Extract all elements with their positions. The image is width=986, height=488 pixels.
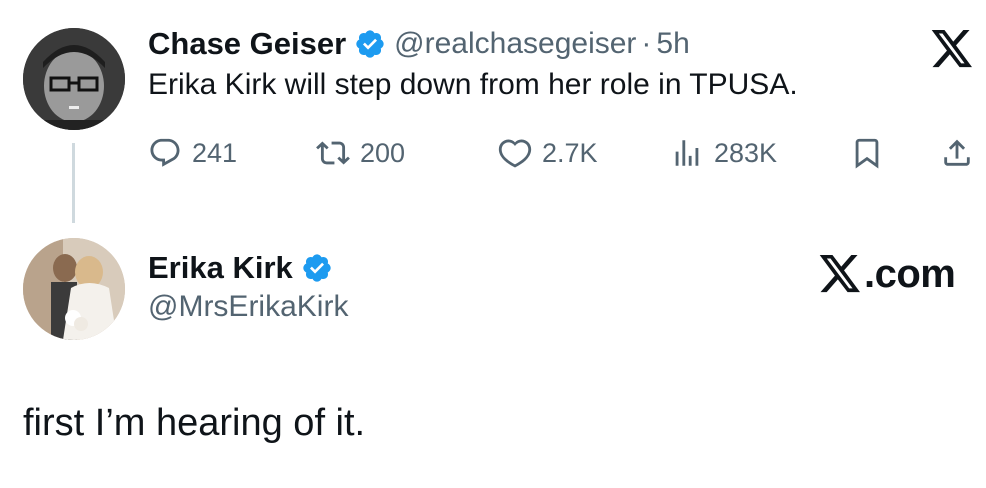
reply-icon xyxy=(150,138,180,167)
bookmark-icon xyxy=(855,138,879,169)
reply-author-handle[interactable]: @MrsErikaKirk xyxy=(148,290,348,324)
retweet-button[interactable]: 200 xyxy=(316,136,405,170)
retweet-count: 200 xyxy=(360,137,406,168)
separator-dot: · xyxy=(641,27,652,60)
erika-kirk-avatar[interactable] xyxy=(23,238,125,340)
author-display-name[interactable]: Chase Geiser xyxy=(148,26,346,62)
share-upload-icon xyxy=(944,139,970,166)
reply-count: 241 xyxy=(192,137,238,168)
like-button[interactable]: 2.7K xyxy=(498,136,598,170)
x-logo-icon xyxy=(931,30,972,68)
verified-badge-icon xyxy=(356,30,384,58)
views-button[interactable]: 283K xyxy=(670,136,777,170)
reply-author-row: Erika Kirk xyxy=(148,246,341,290)
tweet-timestamp[interactable]: 5h xyxy=(656,27,689,61)
x-logo-icon xyxy=(819,254,860,292)
analytics-icon xyxy=(675,140,699,166)
original-tweet: Chase Geiser @realchasegeiser · 5h Erika… xyxy=(0,0,986,230)
verified-badge-icon xyxy=(303,254,331,282)
tweet-text: Erika Kirk will step down from her role … xyxy=(148,68,798,101)
bookmark-button[interactable] xyxy=(850,136,884,170)
chase-geiser-avatar[interactable] xyxy=(23,28,125,130)
tweet-actions-bar: 241 200 2.7K 283K xyxy=(148,136,978,176)
heart-icon xyxy=(498,139,532,168)
reply-button[interactable]: 241 xyxy=(148,136,237,170)
reply-author-display-name[interactable]: Erika Kirk xyxy=(148,250,293,286)
like-count: 2.7K xyxy=(542,137,598,168)
thread-connector-line xyxy=(72,143,75,223)
author-handle[interactable]: @realchasegeiser xyxy=(394,27,636,61)
retweet-icon xyxy=(316,141,350,165)
reply-tweet-text: first I’m hearing of it. xyxy=(23,402,366,444)
x-com-brand: .com xyxy=(818,252,956,297)
share-button[interactable] xyxy=(940,136,974,170)
x-com-label: .com xyxy=(864,252,956,296)
views-count: 283K xyxy=(714,137,778,168)
author-row: Chase Geiser @realchasegeiser · 5h xyxy=(148,22,690,66)
